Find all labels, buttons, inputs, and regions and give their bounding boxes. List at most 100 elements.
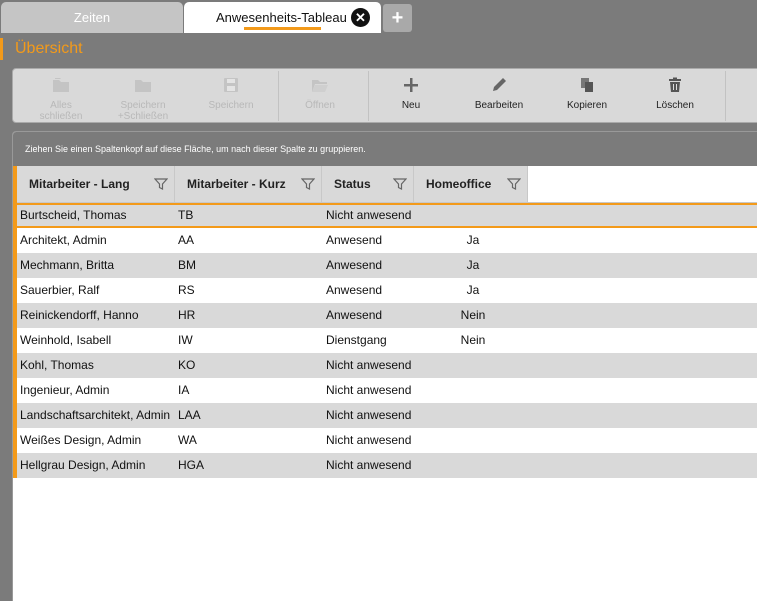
table-row[interactable]: Mechmann, Britta BM Anwesend Ja [13,253,757,278]
copy-button[interactable]: Kopieren [553,69,621,122]
trash-icon [665,75,685,95]
row-accent [13,278,17,303]
toolbar-divider [368,71,369,121]
add-tab-button[interactable]: + [383,4,412,32]
toolbar-label: Bearbeiten [474,100,524,111]
cell-homeoffice: Nein [460,333,486,347]
cell-kurz: IW [178,333,193,347]
cell-name: Sauerbier, Ralf [20,283,100,297]
column-header-mitarbeiter-kurz[interactable]: Mitarbeiter - Kurz [175,166,322,202]
cell-homeoffice: Nein [460,308,486,322]
copy-icon [577,75,597,95]
tab-anwesenheits-tableau[interactable]: Anwesenheits-Tableau ✕ [184,2,381,33]
cell-status: Anwesend [326,233,383,247]
table-row[interactable]: Landschaftsarchitekt, Admin LAA Nicht an… [13,403,757,428]
cell-status: Anwesend [326,258,383,272]
row-accent [13,253,17,278]
row-accent [13,328,17,353]
cell-status: Nicht anwesend [326,358,412,372]
table-row[interactable]: Weißes Design, Admin WA Nicht anwesend [13,428,757,453]
row-accent [13,228,17,253]
toolbar-label: Speichern +Schließen [117,100,169,122]
close-icon[interactable]: ✕ [351,8,370,27]
cell-name: Kohl, Thomas [20,358,94,372]
cell-name: Mechmann, Britta [20,258,115,272]
cell-name: Hellgrau Design, Admin [20,458,146,472]
cell-kurz: HGA [178,458,205,472]
table-row[interactable]: Sauerbier, Ralf RS Anwesend Ja [13,278,757,303]
close-all-button[interactable]: Alles schließen [29,69,93,122]
filter-icon[interactable] [301,177,315,191]
toolbar-label: Alles schließen [39,100,83,122]
active-tab-indicator [244,27,321,30]
table-row[interactable]: Weinhold, Isabell IW Dienstgang Nein [13,328,757,353]
cell-kurz: WA [178,433,197,447]
row-accent [13,205,17,230]
row-accent [13,428,17,453]
cell-kurz: TB [178,208,194,222]
new-button[interactable]: Neu [379,69,443,122]
cell-name: Landschaftsarchitekt, Admin [20,408,171,422]
column-header-status[interactable]: Status [322,166,414,202]
toolbar-label: Kopieren [566,100,608,111]
tab-label: Anwesenheits-Tableau [216,10,347,25]
toolbar-divider [725,71,726,121]
filter-icon[interactable] [154,177,168,191]
cell-status: Nicht anwesend [326,383,412,397]
cell-kurz: HR [178,308,196,322]
tab-label: Zeiten [73,10,111,25]
cell-kurz: IA [178,383,190,397]
table-row[interactable]: Burtscheid, Thomas TB Nicht anwesend [13,203,757,230]
folder-save-close-icon [133,75,153,95]
cell-status: Nicht anwesend [326,408,412,422]
filter-icon[interactable] [507,177,521,191]
toolbar-label: Speichern [208,100,254,111]
toolbar-divider [278,71,279,121]
tab-zeiten[interactable]: Zeiten [1,2,183,33]
cell-kurz: AA [178,233,195,247]
title-row: Übersicht [0,34,757,64]
row-accent [13,378,17,403]
cell-status: Anwesend [326,283,383,297]
cell-name: Architekt, Admin [20,233,107,247]
group-by-area[interactable]: Ziehen Sie einen Spaltenkopf auf diese F… [13,132,757,166]
row-accent [13,403,17,428]
table-row[interactable]: Kohl, Thomas KO Nicht anwesend [13,353,757,378]
cell-status: Nicht anwesend [326,208,412,222]
table-row[interactable]: Architekt, Admin AA Anwesend Ja [13,228,757,253]
row-accent [13,353,17,378]
cell-status: Nicht anwesend [326,433,412,447]
cell-status: Dienstgang [326,333,387,347]
open-button[interactable]: Öffnen [289,69,351,122]
column-header-mitarbeiter-lang[interactable]: Mitarbeiter - Lang [17,166,175,202]
cell-homeoffice: Ja [466,233,480,247]
toolbar-label: Neu [401,100,421,111]
save-close-button[interactable]: Speichern +Schließen [108,69,178,122]
column-header-label: Homeoffice [426,177,492,191]
table-row[interactable]: Ingenieur, Admin IA Nicht anwesend [13,378,757,403]
column-header-label: Mitarbeiter - Lang [29,177,130,191]
edit-button[interactable]: Bearbeiten [465,69,533,122]
cell-kurz: RS [178,283,195,297]
cell-name: Ingenieur, Admin [20,383,110,397]
cell-name: Weinhold, Isabell [20,333,112,347]
delete-button[interactable]: Löschen [643,69,707,122]
cell-kurz: KO [178,358,196,372]
grid-panel: Ziehen Sie einen Spaltenkopf auf diese F… [12,131,757,601]
cell-kurz: BM [178,258,196,272]
floppy-disk-icon [221,75,241,95]
column-header-homeoffice[interactable]: Homeoffice [414,166,528,202]
cell-homeoffice: Ja [466,283,480,297]
table-row[interactable]: Hellgrau Design, Admin HGA Nicht anwesen… [13,453,757,478]
save-button[interactable]: Speichern [198,69,264,122]
grid-header: Mitarbeiter - Lang Mitarbeiter - Kurz St… [13,166,757,203]
cell-homeoffice: Ja [466,258,480,272]
plus-icon [401,75,421,95]
pencil-icon [489,75,509,95]
table-row[interactable]: Reinickendorff, Hanno HR Anwesend Nein [13,303,757,328]
page-title: Übersicht [15,40,83,57]
tab-bar: Zeiten Anwesenheits-Tableau ✕ + [0,0,757,34]
toolbar-label: Löschen [656,100,694,111]
filter-icon[interactable] [393,177,407,191]
column-header-label: Mitarbeiter - Kurz [187,177,286,191]
